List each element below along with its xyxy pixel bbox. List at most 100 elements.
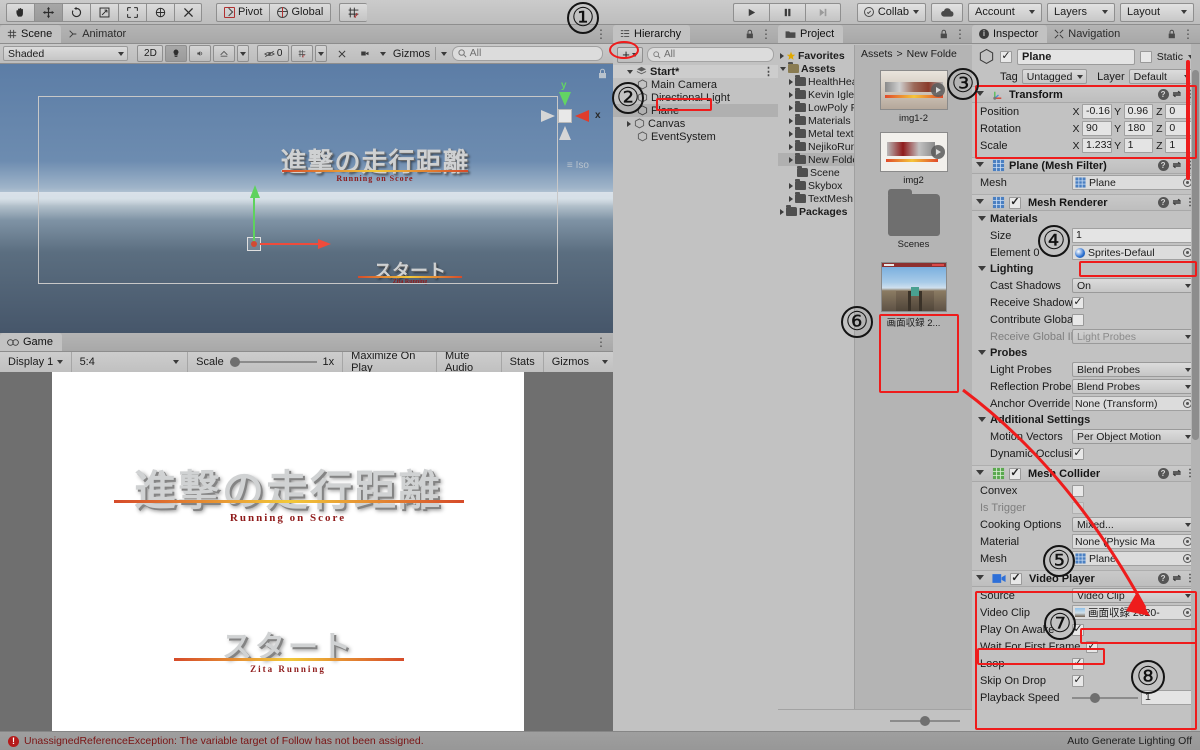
object-enabled-checkbox[interactable]: ✓ — [1000, 50, 1012, 63]
kebab-menu-icon[interactable]: ⋮ — [595, 27, 607, 41]
gizmo-x-arrow[interactable] — [316, 237, 332, 251]
scene-camera-dropdown[interactable] — [377, 45, 388, 62]
project-tree-item-skybox[interactable]: Skybox — [778, 179, 854, 192]
project-tree-item-scene[interactable]: Scene — [778, 166, 854, 179]
component-header-video-player[interactable]: ✓ Video Player ? ⇌ ⋮ — [972, 570, 1200, 587]
play-overlay-icon[interactable] — [930, 83, 945, 97]
chevron-down-icon[interactable] — [627, 69, 633, 74]
foldout-icon[interactable] — [976, 468, 988, 480]
hierarchy-item-canvas[interactable]: Canvas — [613, 117, 778, 130]
asset-thumbnail[interactable] — [880, 262, 947, 312]
thumbnail-size-slider[interactable] — [890, 715, 960, 726]
status-bar[interactable]: ! UnassignedReferenceException: The vari… — [0, 731, 1200, 750]
game-gizmos-button[interactable]: Gizmos — [543, 351, 597, 372]
object-name-field[interactable]: Plane — [1017, 48, 1135, 65]
lock-icon[interactable] — [1168, 29, 1176, 39]
breadcrumb-assets[interactable]: Assets — [861, 48, 893, 60]
project-tree-item-healthhea[interactable]: HealthHea — [778, 75, 854, 88]
foldout-icon[interactable] — [978, 213, 990, 225]
cloud-button[interactable] — [931, 2, 963, 22]
convex-checkbox[interactable] — [1072, 484, 1084, 497]
contribute-gi-checkbox[interactable] — [1072, 313, 1084, 326]
materials-size-input[interactable]: 1 — [1072, 228, 1195, 243]
chevron-right-icon[interactable] — [789, 143, 793, 150]
hidden-objects-button[interactable]: 0 — [256, 45, 290, 62]
cast-shadows-dropdown[interactable]: On — [1072, 278, 1195, 293]
section-materials[interactable]: Materials — [972, 211, 1200, 227]
fx-dropdown-button[interactable] — [237, 45, 250, 62]
help-icon[interactable]: ? — [1157, 160, 1169, 171]
hierarchy-add-button[interactable]: + — [617, 46, 643, 63]
kebab-menu-icon[interactable]: ⋮ — [595, 335, 607, 349]
stats-button[interactable]: Stats — [501, 351, 544, 372]
scene-camera-button[interactable] — [355, 45, 375, 62]
project-tree-item-lowpoly[interactable]: LowPoly Fa — [778, 101, 854, 114]
scale-slider[interactable] — [229, 356, 317, 368]
inspector-scrollbar[interactable] — [1191, 44, 1200, 731]
gizmos-button[interactable]: Gizmos — [390, 45, 433, 62]
project-tree-item-textmesh[interactable]: TextMesh I — [778, 192, 854, 205]
preset-icon[interactable]: ⇌ — [1173, 468, 1181, 479]
foldout-icon[interactable] — [976, 573, 988, 585]
2d-toggle-button[interactable]: 2D — [137, 45, 164, 62]
rotation-x-input[interactable]: 90 — [1082, 121, 1112, 136]
scene-tools-button[interactable] — [331, 45, 353, 62]
game-render-area[interactable]: 進撃の走行距離 Running on Score スタート Zita Runni… — [52, 372, 524, 731]
receive-shadows-checkbox[interactable]: ✓ — [1072, 296, 1084, 309]
project-asset-grid[interactable]: Assets > New Folde img1-2 img2 Scenes 画面… — [854, 45, 972, 709]
chevron-right-icon[interactable] — [789, 104, 793, 111]
preset-icon[interactable]: ⇌ — [1173, 89, 1181, 100]
lock-icon[interactable] — [940, 29, 948, 39]
snap-increment-button[interactable] — [339, 2, 368, 22]
project-tree-item-packages[interactable]: Packages — [778, 205, 854, 218]
kebab-menu-icon[interactable]: ⋮ — [954, 27, 966, 41]
chevron-right-icon[interactable] — [789, 130, 793, 137]
project-tree-item-assets[interactable]: Assets — [778, 62, 854, 75]
draw-mode-dropdown[interactable]: Shaded — [3, 46, 129, 61]
collider-mesh-object-field[interactable]: Plane — [1072, 551, 1195, 566]
tab-inspector[interactable]: i Inspector — [972, 25, 1048, 43]
lock-icon[interactable] — [746, 29, 754, 39]
mesh-object-field[interactable]: Plane — [1072, 175, 1195, 190]
tab-game[interactable]: Game — [0, 333, 62, 351]
loop-checkbox[interactable]: ✓ — [1072, 657, 1084, 670]
project-tree-item-nejikorun[interactable]: NejikoRun- — [778, 140, 854, 153]
motion-vectors-dropdown[interactable]: Per Object Motion — [1072, 429, 1195, 444]
static-checkbox[interactable] — [1139, 50, 1152, 63]
kebab-menu-icon[interactable]: ⋮ — [760, 27, 772, 41]
global-button[interactable]: Global — [270, 2, 332, 22]
play-button[interactable] — [732, 2, 769, 22]
tab-project[interactable]: Project — [778, 25, 844, 43]
video-player-enabled-checkbox[interactable]: ✓ — [1010, 572, 1022, 585]
scene-tab-menu[interactable]: ⋮ — [595, 25, 613, 43]
position-y-input[interactable]: 0.96 — [1123, 104, 1154, 119]
asset-item-img2[interactable]: img2 — [855, 132, 972, 186]
asset-thumbnail[interactable] — [879, 132, 948, 172]
rotate-tool-button[interactable] — [62, 2, 90, 22]
collab-button[interactable]: Collab — [856, 2, 926, 22]
section-lighting[interactable]: Lighting — [972, 261, 1200, 277]
dynamic-occlusion-checkbox[interactable]: ✓ — [1072, 447, 1084, 460]
pivot-button[interactable]: Pivot — [216, 2, 271, 22]
folder-thumbnail[interactable] — [887, 189, 940, 236]
component-header-mesh-collider[interactable]: ✓ Mesh Collider ? ⇌ ⋮ — [972, 465, 1200, 482]
component-header-mesh-filter[interactable]: Plane (Mesh Filter) ? ⇌ ⋮ — [972, 157, 1200, 174]
scene-orientation-gizmo[interactable]: y x — [535, 80, 601, 148]
project-tree-item-kevin-igles[interactable]: Kevin Igles — [778, 88, 854, 101]
grid-dropdown-button[interactable] — [315, 45, 328, 62]
foldout-icon[interactable] — [976, 160, 988, 172]
video-clip-object-field[interactable]: 画面収録 2020- — [1072, 605, 1195, 620]
foldout-icon[interactable] — [976, 89, 988, 101]
auto-generate-lighting-label[interactable]: Auto Generate Lighting Off — [1067, 735, 1192, 747]
scene-projection-label[interactable]: ≡ Iso — [567, 160, 589, 171]
position-x-input[interactable]: -0.16 — [1082, 104, 1112, 119]
maximize-on-play-button[interactable]: Maximize On Play — [343, 350, 437, 374]
play-overlay-icon[interactable] — [930, 145, 945, 159]
project-tree-item-metal-texture[interactable]: Metal textu — [778, 127, 854, 140]
move-tool-button[interactable] — [34, 2, 62, 22]
hierarchy-item-eventsystem[interactable]: EventSystem — [613, 130, 778, 143]
game-viewport[interactable]: 進撃の走行距離 Running on Score スタート Zita Runni… — [0, 372, 613, 731]
help-icon[interactable]: ? — [1157, 197, 1169, 208]
preset-icon[interactable]: ⇌ — [1173, 197, 1181, 208]
grid-visibility-button[interactable] — [291, 45, 314, 62]
